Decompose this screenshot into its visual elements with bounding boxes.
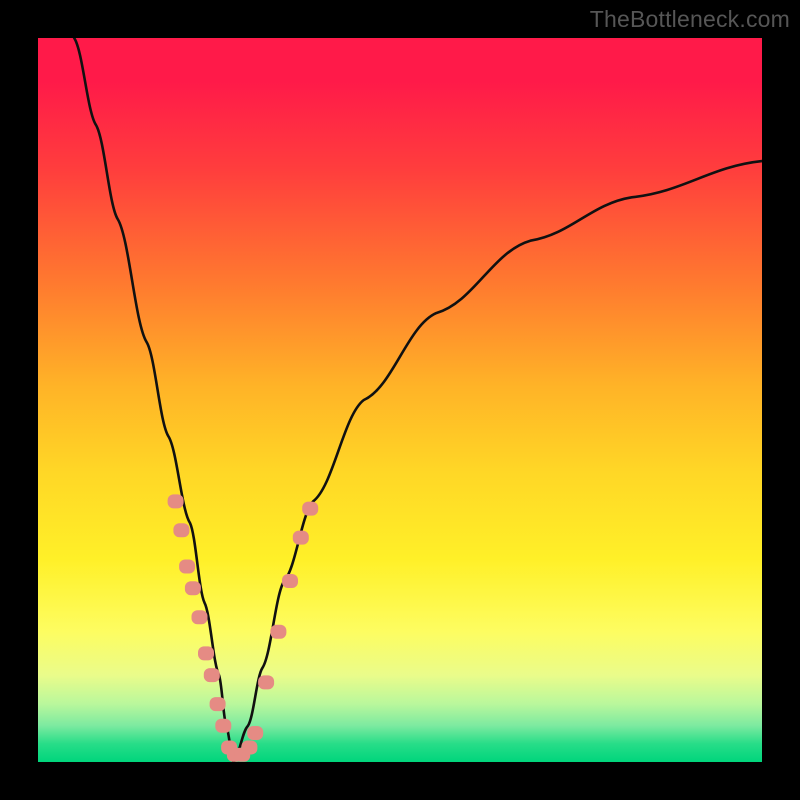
marker-point <box>293 531 309 545</box>
plot-area <box>38 38 762 762</box>
watermark-text: TheBottleneck.com <box>590 6 790 33</box>
marker-point <box>258 675 274 689</box>
marker-point <box>302 502 318 516</box>
marker-point <box>179 560 195 574</box>
marker-point <box>185 581 201 595</box>
marker-point <box>282 574 298 588</box>
data-markers <box>168 494 319 761</box>
marker-point <box>210 697 226 711</box>
marker-point <box>247 726 263 740</box>
marker-point <box>204 668 220 682</box>
marker-point <box>215 719 231 733</box>
marker-point <box>192 610 208 624</box>
marker-point <box>168 494 184 508</box>
chart-svg <box>38 38 762 762</box>
curve-lines <box>74 38 762 762</box>
marker-point <box>173 523 189 537</box>
curve-right-branch <box>233 161 762 762</box>
marker-point <box>270 625 286 639</box>
marker-point <box>241 741 257 755</box>
chart-frame: TheBottleneck.com <box>0 0 800 800</box>
marker-point <box>198 646 214 660</box>
